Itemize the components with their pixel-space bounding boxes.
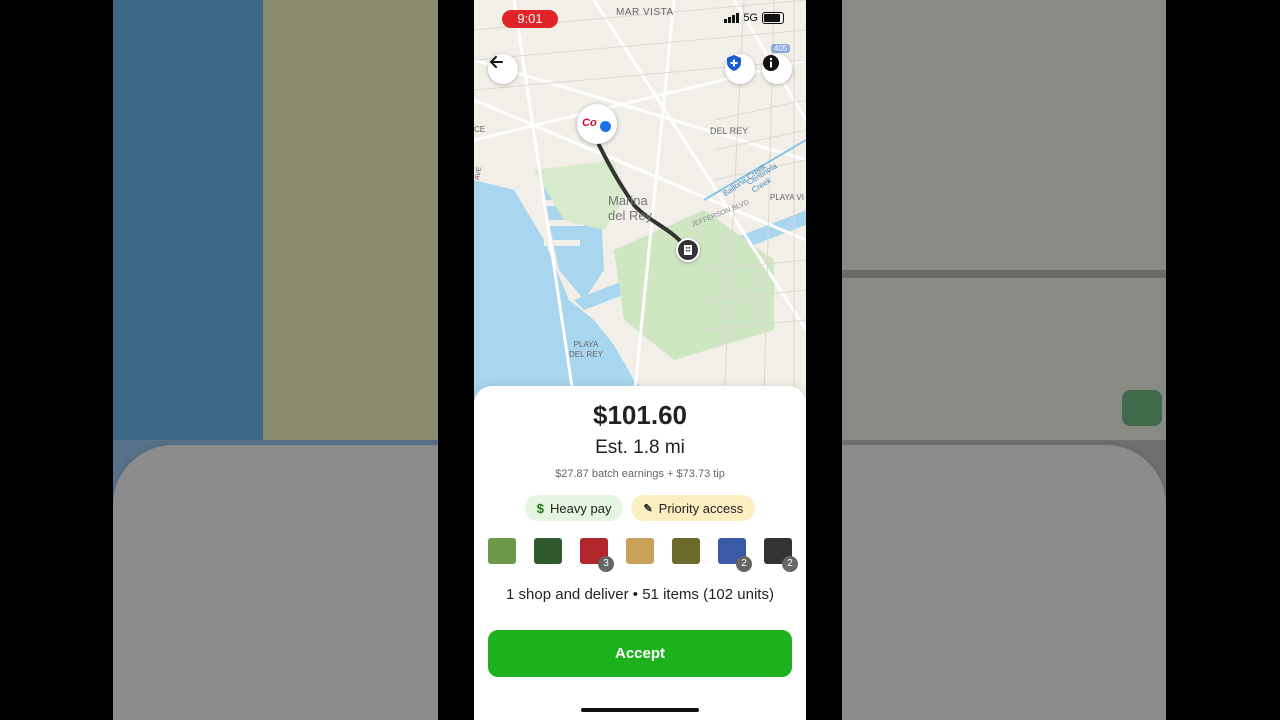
info-button[interactable] [762,54,792,84]
tag-label: Heavy pay [550,500,612,516]
map-label-mar-vista: MAR VISTA [616,7,674,18]
map-label-marina-line2: del Rey [608,208,653,223]
dollar-icon: $ [536,500,545,516]
route-map[interactable]: MAR VISTA DEL REY Marina del Rey PLAYA D… [474,0,806,400]
highway-shield: 405 [771,44,791,53]
network-label: 5G [743,12,758,24]
offer-amount: $101.60 [593,400,687,430]
arrow-left-icon [490,56,503,68]
product-thumbnail: 2 [762,534,798,572]
signal-icon [724,13,740,23]
bg-sheet [113,445,438,720]
map-label-marina: Marina del Rey [608,193,652,223]
store-marker[interactable]: Co [577,104,617,144]
offer-tags: $ Heavy pay ✎ Priority access [474,495,806,521]
bg-road [842,270,1166,278]
current-location-dot [598,119,613,134]
order-summary: 1 shop and deliver • 51 items (102 units… [506,586,774,603]
destination-building-icon[interactable] [676,238,700,262]
map-label-marina-line1: Marina [608,193,648,208]
offer-sheet: $101.60 Est. 1.8 mi $27.87 batch earning… [474,386,806,720]
tag-label: Priority access [658,500,744,516]
product-thumbnail [532,534,564,568]
bg-badge [1122,390,1162,426]
map-label-ce: CE [474,125,486,134]
safety-button[interactable] [725,54,755,84]
background-blur-right [842,0,1166,720]
product-count-badge: 3 [598,556,614,572]
battery-icon [762,12,784,24]
map-label-playa-del-rey: PLAYA DEL REY [569,340,603,360]
map-label-playa-line2: DEL REY [569,350,603,359]
tag-heavy-pay: $ Heavy pay [524,495,624,521]
phone-screen: MAR VISTA DEL REY Marina del Rey PLAYA D… [474,0,806,720]
product-image [534,538,562,564]
map-label-playa-line1: PLAYA [573,340,599,349]
product-thumbnail: 2 [716,534,752,572]
status-indicators: 5G [724,12,784,24]
accept-button[interactable]: Accept [488,630,792,677]
info-icon [763,55,779,71]
product-thumbnail: 3 [578,534,614,572]
tag-priority-access: ✎ Priority access [631,495,756,521]
pen-icon: ✎ [643,502,653,515]
home-indicator[interactable] [581,708,699,712]
back-button[interactable] [488,54,518,84]
product-image [626,538,654,564]
earnings-breakdown: $27.87 batch earnings + $73.73 tip [555,468,725,480]
product-count-badge: 2 [782,556,798,572]
product-image [672,538,700,564]
product-carousel[interactable]: 3 2 2 [486,534,806,574]
product-count-badge: 2 [736,556,752,572]
map-label-playa-vista: PLAYA VI [770,193,804,202]
product-image [488,538,516,564]
store-logo: Co [582,117,597,129]
shield-icon [727,55,741,71]
product-thumbnail [486,534,518,568]
bg-map [842,0,1166,440]
product-thumbnail [670,534,702,568]
bg-land [263,0,438,440]
map-label-del-rey: DEL REY [710,126,749,136]
product-thumbnail [624,534,656,568]
status-time: 9:01 [502,10,558,28]
offer-distance: Est. 1.8 mi [595,437,685,458]
bg-sheet [842,445,1166,720]
background-blur-left [113,0,438,720]
